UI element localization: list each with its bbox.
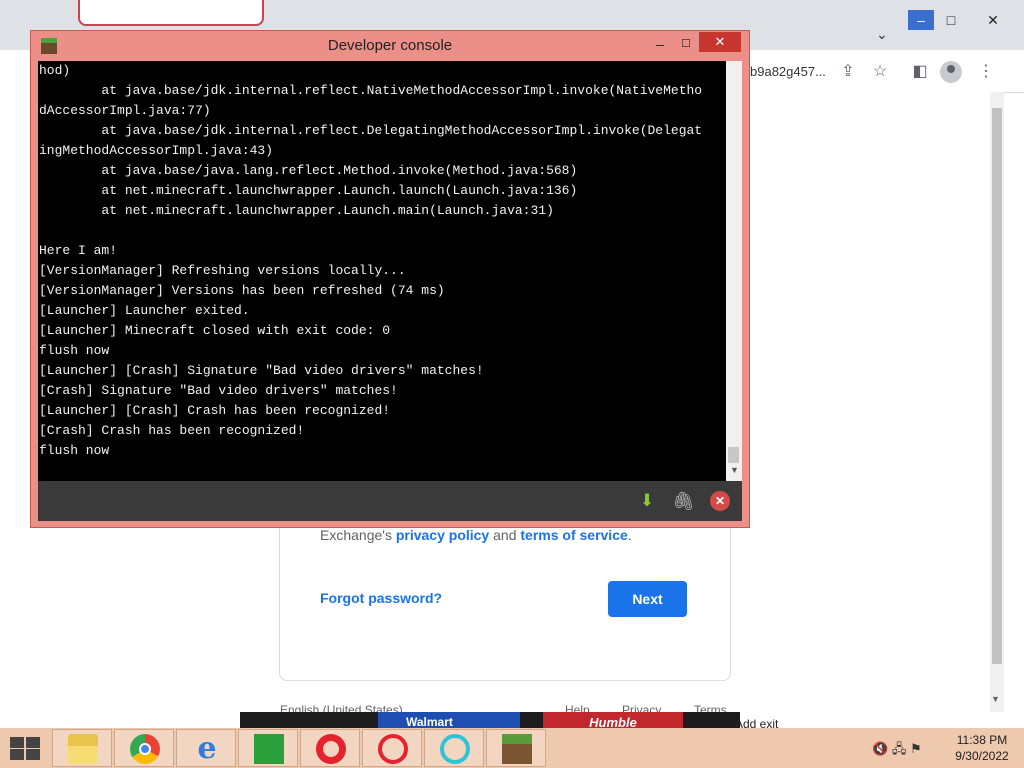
- taskbar: e 🔇 🖧 ⚑ 11:38 PM 9/30/2022: [0, 728, 1024, 768]
- tab-search-chevron-icon[interactable]: ⌄: [876, 26, 888, 43]
- opera-gx-icon: [378, 734, 408, 764]
- taskbar-file-explorer[interactable]: [52, 729, 112, 767]
- network-icon[interactable]: 🖧: [892, 741, 907, 756]
- taskbar-store[interactable]: [238, 729, 298, 767]
- console-close-button[interactable]: ✕: [699, 32, 741, 52]
- taskbar-opera[interactable]: [300, 729, 360, 767]
- developer-console-window: Developer console – ☐ ✕ hod) at java.bas…: [30, 30, 750, 528]
- taskbar-internet-explorer[interactable]: e: [176, 729, 236, 767]
- share-icon[interactable]: ⇪: [838, 62, 858, 82]
- store-icon: [254, 734, 284, 764]
- opera-icon: [316, 734, 346, 764]
- opera-ring-icon: [440, 734, 470, 764]
- browser-maximize-button[interactable]: □: [938, 10, 964, 30]
- console-log-text: hod) at java.base/jdk.internal.reflect.N…: [39, 63, 703, 458]
- address-bar-text[interactable]: b9a82g457...: [750, 64, 826, 79]
- minecraft-icon: [502, 734, 532, 764]
- terms-suffix: .: [627, 527, 632, 543]
- scroll-down-arrow-icon[interactable]: ▼: [991, 694, 1000, 704]
- profile-avatar[interactable]: [940, 61, 962, 83]
- taskbar-chrome[interactable]: [114, 729, 174, 767]
- console-scroll-down-icon[interactable]: ▼: [730, 465, 739, 475]
- browser-minimize-button[interactable]: –: [908, 10, 934, 30]
- taskbar-opera-ring[interactable]: [424, 729, 484, 767]
- console-minimize-button[interactable]: –: [649, 33, 671, 55]
- terms-of-service-link[interactable]: terms of service: [520, 527, 627, 543]
- browser-close-button[interactable]: ✕: [980, 10, 1006, 30]
- clock-date: 9/30/2022: [955, 749, 1009, 763]
- console-titlebar[interactable]: Developer console – ☐ ✕: [31, 31, 749, 61]
- paperclip-icon[interactable]: 🖇: [672, 490, 695, 512]
- start-button[interactable]: [8, 736, 40, 760]
- console-output[interactable]: hod) at java.base/jdk.internal.reflect.N…: [38, 61, 726, 481]
- clock-time: 11:38 PM: [956, 733, 1008, 747]
- internet-explorer-icon: e: [197, 731, 217, 766]
- taskbar-minecraft-launcher[interactable]: [486, 729, 546, 767]
- console-scroll-thumb[interactable]: [728, 447, 739, 463]
- console-action-bar: ⬇ 🖇 ✕: [38, 481, 742, 521]
- page-scroll-thumb[interactable]: [992, 108, 1002, 664]
- system-tray: 🔇 🖧 ⚑: [872, 740, 922, 762]
- terms-mid: and: [489, 527, 521, 543]
- volume-muted-icon[interactable]: 🔇: [872, 741, 888, 756]
- save-log-icon[interactable]: ⬇: [636, 490, 658, 512]
- menu-kebab-icon[interactable]: ⋮: [976, 62, 996, 82]
- taskbar-clock[interactable]: 11:38 PM 9/30/2022: [948, 732, 1016, 764]
- side-panel-icon[interactable]: ◧: [910, 62, 930, 82]
- terms-notice: Exchange's privacy policy and terms of s…: [320, 527, 632, 543]
- privacy-policy-link[interactable]: privacy policy: [396, 527, 489, 543]
- walmart-ad[interactable]: Walmart: [378, 712, 520, 728]
- console-title: Developer console: [327, 37, 453, 54]
- taskbar-opera-gx[interactable]: [362, 729, 422, 767]
- folder-icon: [68, 734, 98, 764]
- forgot-password-link[interactable]: Forgot password?: [320, 590, 442, 606]
- bookmark-star-icon[interactable]: ☆: [870, 62, 890, 82]
- terms-prefix: Exchange's: [320, 527, 396, 543]
- console-maximize-button[interactable]: ☐: [675, 33, 697, 55]
- chrome-icon: [130, 734, 160, 764]
- browser-tab[interactable]: [78, 0, 264, 26]
- cancel-icon[interactable]: ✕: [710, 491, 730, 511]
- humble-ad[interactable]: Humble: [543, 712, 683, 728]
- action-center-flag-icon[interactable]: ⚑: [910, 741, 922, 756]
- console-scrollbar[interactable]: ▼: [726, 61, 742, 481]
- next-button[interactable]: Next: [608, 581, 687, 617]
